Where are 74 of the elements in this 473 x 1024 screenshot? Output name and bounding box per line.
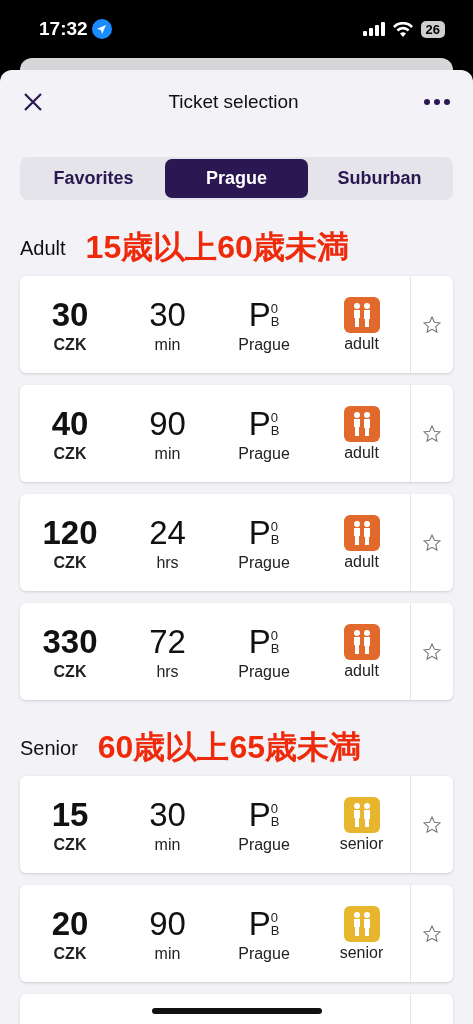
- zone-superscript: 0: [270, 301, 279, 315]
- star-icon[interactable]: [422, 314, 442, 335]
- currency-label: CZK: [53, 835, 87, 854]
- fare-label: adult: [344, 661, 379, 680]
- duration-unit: hrs: [156, 553, 179, 572]
- sheet-title: Ticket selection: [168, 91, 299, 113]
- zone-letter: P: [248, 795, 271, 834]
- zone-label: Prague: [238, 835, 290, 854]
- zone-letter: P: [248, 513, 271, 552]
- zone-subscript: B: [270, 814, 280, 828]
- section-title: Senior: [20, 736, 78, 760]
- ticket-price: 15: [51, 795, 89, 834]
- zone-letter: P: [248, 404, 271, 443]
- zone-superscript: 0: [270, 410, 279, 424]
- star-icon[interactable]: [422, 814, 442, 835]
- star-icon[interactable]: [422, 923, 442, 944]
- ticket-price: 30: [51, 295, 89, 334]
- duration-unit: min: [154, 444, 181, 463]
- fare-label: adult: [344, 552, 379, 571]
- fare-label: senior: [339, 834, 384, 853]
- age-note: 60歳以上65歳未満: [97, 728, 361, 767]
- star-icon[interactable]: [422, 423, 442, 444]
- zone-letter: P: [248, 622, 271, 661]
- zone-label: Prague: [238, 553, 290, 572]
- tab[interactable]: Suburban: [308, 159, 451, 198]
- zone-subscript: B: [270, 423, 280, 437]
- fare-label: senior: [339, 943, 384, 962]
- zone-subscript: B: [270, 314, 280, 328]
- status-time: 17:32: [39, 18, 88, 40]
- zone-superscript: 0: [270, 519, 279, 533]
- ticket-price: 330: [42, 622, 98, 661]
- zone-superscript: 0: [270, 910, 279, 924]
- currency-label: CZK: [53, 553, 87, 572]
- wifi-icon: [392, 21, 413, 37]
- ticket-price: 40: [51, 404, 89, 443]
- zone-subscript: B: [270, 923, 280, 937]
- zone-label: Prague: [238, 335, 290, 354]
- zone-letter: P: [248, 904, 271, 943]
- duration-unit: min: [154, 944, 181, 963]
- ticket-duration: 30: [149, 795, 186, 834]
- zone-superscript: 0: [270, 801, 279, 815]
- duration-unit: min: [154, 835, 181, 854]
- zone-label: Prague: [238, 944, 290, 963]
- location-icon: [91, 19, 112, 39]
- star-icon[interactable]: [422, 641, 442, 662]
- tab[interactable]: Prague: [165, 159, 308, 198]
- currency-label: CZK: [53, 944, 87, 963]
- ticket-price: 20: [51, 904, 89, 943]
- ticket-price: 120: [42, 513, 98, 552]
- section-title: Adult: [20, 236, 66, 260]
- age-note: 15歳以上60歳未満: [85, 228, 349, 267]
- zone-subscript: B: [270, 532, 280, 546]
- ticket-duration: 90: [149, 404, 186, 443]
- zone-label: Prague: [238, 662, 290, 681]
- currency-label: CZK: [53, 335, 87, 354]
- fare-label: adult: [344, 443, 379, 462]
- currency-label: CZK: [53, 444, 87, 463]
- ticket-duration: 24: [149, 513, 186, 552]
- signal-icon: [362, 22, 385, 36]
- ticket-duration: 90: [149, 904, 186, 943]
- star-icon[interactable]: [422, 532, 442, 553]
- currency-label: CZK: [53, 662, 87, 681]
- battery-level: 26: [420, 20, 445, 38]
- fare-label: adult: [344, 334, 379, 353]
- duration-unit: min: [154, 335, 181, 354]
- tab[interactable]: Favorites: [22, 159, 165, 198]
- zone-label: Prague: [238, 444, 290, 463]
- zone-subscript: B: [270, 641, 280, 655]
- zone-superscript: 0: [270, 628, 279, 642]
- zone-letter: P: [248, 295, 271, 334]
- more-icon[interactable]: [423, 98, 451, 106]
- ticket-duration: 30: [149, 295, 186, 334]
- ticket-duration: 72: [149, 622, 186, 661]
- duration-unit: hrs: [156, 662, 179, 681]
